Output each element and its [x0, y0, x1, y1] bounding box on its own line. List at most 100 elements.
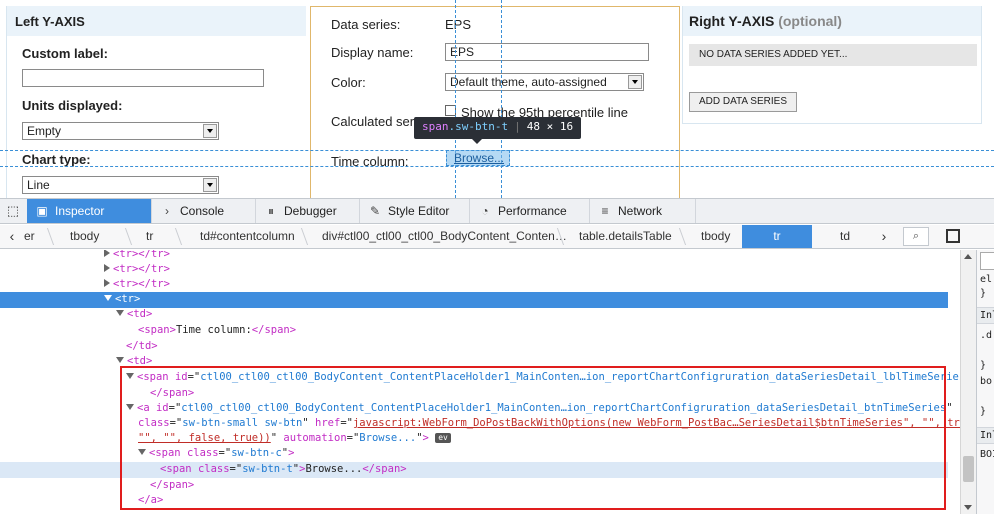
tab-debugger[interactable]: ⏸ Debugger [256, 199, 360, 223]
tab-performance-label: Performance [498, 204, 567, 218]
tooltip-class: .sw-btn-t [448, 120, 509, 133]
breadcrumb-item[interactable]: table.detailsTable [579, 225, 672, 248]
right-y-axis-title-text: Right Y-AXIS [689, 13, 775, 29]
chart-type-label: Chart type: [22, 152, 91, 167]
add-data-series-button[interactable]: ADD DATA SERIES [689, 92, 797, 112]
performance-icon: ◔ [481, 204, 489, 218]
chart-type-value: Line [27, 178, 50, 192]
tooltip-tag: span [422, 120, 449, 133]
rules-text: .d [980, 330, 993, 341]
left-y-axis-title: Left Y-AXIS [7, 6, 306, 36]
markup-line[interactable]: <tr></tr> [0, 250, 948, 263]
display-name-input[interactable]: EPS [445, 43, 649, 61]
element-picker-icon[interactable]: ⬚ [0, 199, 26, 223]
color-label: Color: [331, 75, 366, 90]
markup-line-selected[interactable]: <tr> [0, 292, 948, 308]
tab-debugger-label: Debugger [284, 204, 337, 218]
color-value: Default theme, auto-assigned [450, 75, 607, 89]
units-displayed-select[interactable]: Empty [22, 122, 219, 140]
highlight-guide-left [455, 0, 456, 198]
inspector-icon: ▣ [36, 204, 48, 218]
no-data-series-message: NO DATA SERIES ADDED YET... [689, 44, 977, 66]
tab-performance[interactable]: ◔ Performance [470, 199, 590, 223]
rules-section-header: Inl [977, 307, 994, 324]
data-series-detail-panel: Data series: EPS Display name: EPS Color… [310, 6, 680, 198]
highlight-guide-bottom [0, 166, 994, 167]
highlight-guide-right [501, 0, 502, 198]
optional-label: (optional) [778, 13, 842, 29]
rules-text: el [980, 274, 993, 285]
markup-line[interactable]: <td> [0, 307, 948, 323]
calculated-series-label: Calculated ser [331, 114, 415, 129]
right-y-axis-panel: Right Y-AXIS (optional) NO DATA SERIES A… [682, 6, 982, 124]
tab-inspector-label: Inspector [55, 204, 105, 218]
breadcrumb: ‹ er tbody tr td#contentcolumn div#ctl00… [0, 225, 994, 249]
tooltip-size: 48 × 16 [526, 120, 574, 133]
tab-style-editor[interactable]: ✎ Style Editor [360, 199, 470, 223]
chevron-left-icon[interactable]: ‹ [4, 225, 20, 248]
markup-line[interactable]: </td> [0, 339, 948, 355]
chevron-down-icon [203, 124, 217, 138]
data-series-value: EPS [445, 17, 472, 32]
left-y-axis-panel: Left Y-AXIS Custom label: Units displaye… [6, 6, 306, 198]
data-series-label: Data series: [331, 17, 401, 32]
devtools-toolbar: ⬚ ▣ Inspector › Console ⏸ Debugger ✎ Sty… [0, 198, 994, 224]
breadcrumb-separator [678, 228, 687, 245]
chart-type-select[interactable]: Line [22, 176, 219, 194]
units-displayed-value: Empty [27, 124, 62, 138]
rules-sidebar: el } Inl .d } bo } Inl BOI [976, 250, 994, 514]
chevron-right-icon[interactable]: › [876, 225, 892, 248]
breadcrumb-item[interactable]: tr [146, 225, 153, 248]
markup-line[interactable]: <tr></tr> [0, 277, 948, 293]
markup-line[interactable]: <tr></tr> [0, 262, 948, 278]
scrollbar-thumb[interactable] [963, 456, 974, 482]
debugger-icon: ⏸ [267, 204, 274, 218]
color-select[interactable]: Default theme, auto-assigned [445, 73, 644, 91]
breadcrumb-item[interactable]: td [840, 225, 850, 248]
rules-text: } [980, 406, 987, 417]
markup-scrollbar[interactable] [960, 250, 976, 514]
browse-button[interactable]: Browse... [454, 151, 504, 165]
custom-label-label: Custom label: [22, 46, 108, 61]
rules-text: bo [980, 376, 993, 387]
tab-inspector[interactable]: ▣ Inspector [27, 199, 152, 223]
breadcrumb-item[interactable]: td#contentcolumn [200, 225, 295, 248]
markup-line[interactable]: <span>Time column:</span> [0, 323, 948, 339]
breadcrumb-item[interactable]: er [24, 225, 35, 248]
custom-label-input[interactable] [22, 69, 264, 87]
rules-text: BOI [980, 449, 994, 460]
breadcrumb-item[interactable]: tbody [70, 225, 99, 248]
tab-network-label: Network [618, 204, 663, 218]
tab-console[interactable]: › Console [152, 199, 256, 223]
tab-style-editor-label: Style Editor [388, 204, 450, 218]
breadcrumb-item[interactable]: div#ctl00_ctl00_ctl00_BodyContent_Conten… [322, 225, 567, 248]
breadcrumb-separator [46, 228, 55, 245]
page-preview: Left Y-AXIS Custom label: Units displaye… [0, 0, 994, 198]
breadcrumb-separator [124, 228, 133, 245]
tab-console-label: Console [180, 204, 225, 218]
rules-section-header: Inl [977, 427, 994, 444]
chevron-down-icon [628, 75, 642, 89]
search-icon: ⌕ [912, 230, 920, 242]
scroll-up-icon[interactable] [964, 254, 972, 259]
rules-filter-input[interactable] [980, 252, 994, 270]
tab-network[interactable]: ≡ Network [590, 199, 696, 223]
rules-text: } [980, 288, 987, 299]
network-icon: ≡ [601, 204, 609, 218]
scroll-down-icon[interactable] [964, 505, 972, 510]
annotation-red-box [120, 366, 946, 510]
element-info-tooltip: span.sw-btn-t | 48 × 16 [414, 117, 582, 144]
console-icon: › [165, 204, 169, 218]
breadcrumb-separator [300, 228, 309, 245]
rules-text: } [980, 360, 987, 371]
breadcrumb-item-active[interactable]: tr [742, 225, 812, 248]
sidebar-toggle-icon[interactable] [946, 229, 960, 243]
right-y-axis-title: Right Y-AXIS (optional) [683, 6, 981, 36]
units-displayed-label: Units displayed: [22, 98, 123, 113]
chevron-down-icon [203, 178, 217, 192]
search-button[interactable]: ⌕ [903, 227, 929, 246]
tooltip-arrow [472, 139, 482, 144]
breadcrumb-item[interactable]: tbody [701, 225, 730, 248]
style-editor-icon: ✎ [369, 204, 381, 218]
display-name-label: Display name: [331, 45, 414, 60]
